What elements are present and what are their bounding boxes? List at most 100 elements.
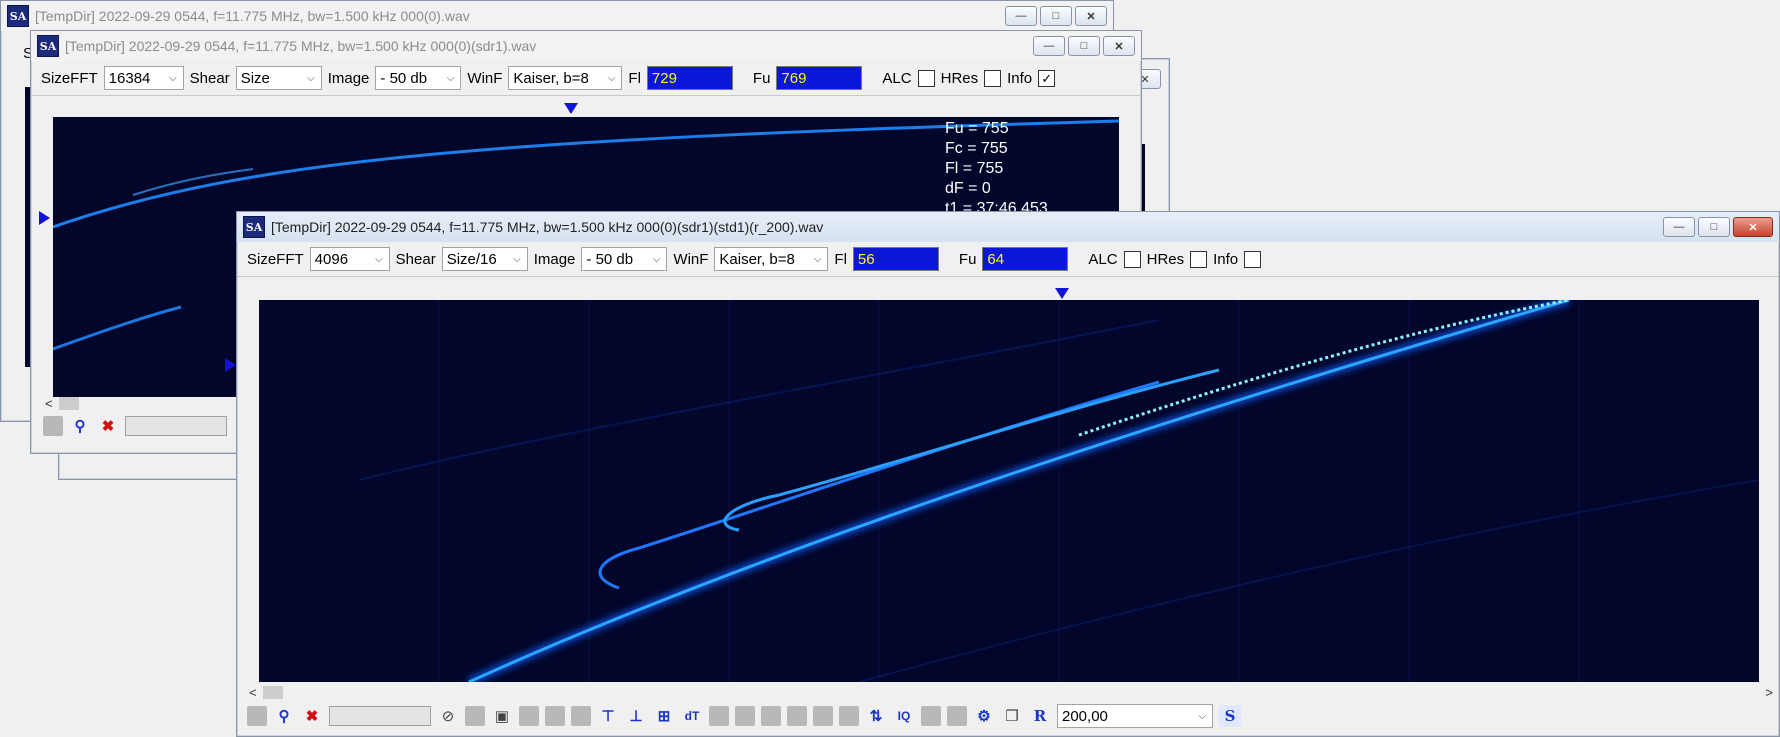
image-value: - 50 db <box>380 69 428 87</box>
scroll-thumb[interactable] <box>58 396 79 410</box>
cancel-icon[interactable]: ✖ <box>97 415 119 437</box>
winf-select[interactable]: Kaiser, b=8 ⌵ <box>714 247 829 271</box>
rate-select[interactable]: 200,00 ⌵ <box>1057 704 1213 728</box>
progress-bar <box>125 416 227 436</box>
info-checkbox[interactable] <box>1244 250 1262 268</box>
image-select[interactable]: - 50 db ⌵ <box>375 66 462 90</box>
fu-label: Fu <box>752 69 771 87</box>
alc-checkbox[interactable] <box>917 69 935 87</box>
tool-icon[interactable] <box>545 706 565 726</box>
info-fu: Fu = 755 <box>945 120 1009 137</box>
image-value: - 50 db <box>586 250 634 268</box>
sizefft-select[interactable]: 4096 ⌵ <box>309 247 390 271</box>
fl-input[interactable]: 729 <box>646 66 733 90</box>
chevron-down-icon: ⌵ <box>169 72 177 84</box>
app-icon: SA <box>37 35 59 57</box>
zoom-icon[interactable]: ⚲ <box>69 415 91 437</box>
align-bottom-icon[interactable]: ⊥ <box>625 705 647 727</box>
window-back-titlebar[interactable]: SA [TempDir] 2022-09-29 0544, f=11.775 M… <box>1 1 1113 31</box>
tool-icon[interactable] <box>519 706 539 726</box>
scroll-thumb[interactable] <box>262 685 283 699</box>
spectrogram-front[interactable] <box>259 300 1759 682</box>
hres-checkbox[interactable] <box>984 69 1002 87</box>
close-icon[interactable]: ✕ <box>1075 6 1107 26</box>
stop-icon[interactable] <box>43 416 63 436</box>
scroll-right-icon[interactable]: > <box>1765 685 1773 700</box>
info-checkbox[interactable]: ✓ <box>1038 69 1056 87</box>
winf-label: WinF <box>673 250 709 268</box>
tool-icon[interactable] <box>735 706 755 726</box>
window-front-titlebar[interactable]: SA [TempDir] 2022-09-29 0544, f=11.775 M… <box>237 212 1779 242</box>
close-icon[interactable]: ✕ <box>1733 217 1773 237</box>
stop-icon[interactable] <box>247 706 267 726</box>
maximize-icon[interactable]: □ <box>1068 36 1100 56</box>
tool-icon[interactable] <box>465 706 485 726</box>
tool-icon[interactable] <box>761 706 781 726</box>
zoom-icon[interactable]: ⚲ <box>273 705 295 727</box>
fl-input[interactable]: 56 <box>852 247 939 271</box>
frequency-marker-icon[interactable] <box>1055 288 1069 299</box>
alc-label: ALC <box>1088 250 1118 268</box>
shear-value: Size/16 <box>446 250 497 268</box>
fu-input[interactable]: 769 <box>776 66 863 90</box>
iq-button[interactable]: IQ <box>893 705 915 727</box>
winf-select[interactable]: Kaiser, b=8 ⌵ <box>508 66 623 90</box>
info-fl: Fl = 755 <box>945 160 1004 177</box>
gear-icon[interactable]: ⚙ <box>973 705 995 727</box>
close-icon[interactable]: ✕ <box>1103 36 1135 56</box>
image-label: Image <box>533 250 576 268</box>
alc-checkbox[interactable] <box>1123 250 1141 268</box>
shear-select[interactable]: Size/16 ⌵ <box>441 247 528 271</box>
spectrogram-front-svg <box>358 300 1759 682</box>
tool-icon[interactable] <box>921 706 941 726</box>
shear-select[interactable]: Size ⌵ <box>235 66 322 90</box>
dt-button[interactable]: dT <box>681 705 703 727</box>
window-mid-titlebar[interactable]: SA [TempDir] 2022-09-29 0544, f=11.775 M… <box>31 31 1141 61</box>
sizefft-select[interactable]: 16384 ⌵ <box>103 66 184 90</box>
minimize-icon[interactable]: — <box>1033 36 1065 56</box>
time-marker-icon[interactable] <box>39 211 50 225</box>
minimize-icon[interactable]: — <box>1663 217 1695 237</box>
hres-checkbox[interactable] <box>1190 250 1208 268</box>
align-top-icon[interactable]: ⊤ <box>597 705 619 727</box>
cancel-icon[interactable]: ✖ <box>301 705 323 727</box>
chevron-down-icon: ⌵ <box>813 253 822 265</box>
shear-label: Shear <box>395 250 436 268</box>
tool-icon[interactable] <box>709 706 729 726</box>
time-marker-icon[interactable] <box>225 358 236 372</box>
tool-icon[interactable] <box>787 706 807 726</box>
no-entry-icon[interactable]: ⊘ <box>437 705 459 727</box>
tool-icon[interactable] <box>813 706 833 726</box>
tool-icon[interactable] <box>839 706 859 726</box>
r-button[interactable]: R <box>1029 705 1051 727</box>
window-front-toolbar: SizeFFT 4096 ⌵ Shear Size/16 ⌵ Image - 5… <box>237 242 1779 277</box>
tool-icon[interactable] <box>947 706 967 726</box>
info-fc: Fc = 755 <box>945 140 1008 157</box>
scroll-left-icon[interactable]: < <box>249 685 257 700</box>
align-center-icon[interactable]: ⊞ <box>653 705 675 727</box>
horizontal-scrollbar[interactable]: < > <box>249 684 1773 700</box>
tool-icon[interactable] <box>571 706 591 726</box>
image-select[interactable]: - 50 db ⌵ <box>581 247 668 271</box>
maximize-icon[interactable]: □ <box>1040 6 1072 26</box>
copy-icon[interactable]: ❐ <box>1001 705 1023 727</box>
info-df: dF = 0 <box>945 180 991 197</box>
frequency-marker-icon[interactable] <box>564 103 578 114</box>
chevron-down-icon: ⌵ <box>607 72 616 84</box>
s-button[interactable]: S <box>1219 705 1241 727</box>
sizefft-label: SizeFFT <box>41 69 98 87</box>
sizefft-label: SizeFFT <box>247 250 304 268</box>
info-label: Info <box>1213 250 1239 268</box>
minimize-icon[interactable]: — <box>1005 6 1037 26</box>
chevron-down-icon: ⌵ <box>307 72 315 84</box>
chevron-down-icon: ⌵ <box>513 253 521 265</box>
window-front: SA [TempDir] 2022-09-29 0544, f=11.775 M… <box>225 211 1780 737</box>
window-mid-toolbar: SizeFFT 16384 ⌵ Shear Size ⌵ Image - 50 … <box>31 61 1141 96</box>
chevron-down-icon: ⌵ <box>1198 710 1206 722</box>
scroll-left-icon[interactable]: < <box>45 396 53 411</box>
sort-icon[interactable]: ⇅ <box>865 705 887 727</box>
app-icon: SA <box>243 216 265 238</box>
fu-input[interactable]: 64 <box>982 247 1069 271</box>
frame-icon[interactable]: ▣ <box>491 705 513 727</box>
maximize-icon[interactable]: □ <box>1698 217 1730 237</box>
